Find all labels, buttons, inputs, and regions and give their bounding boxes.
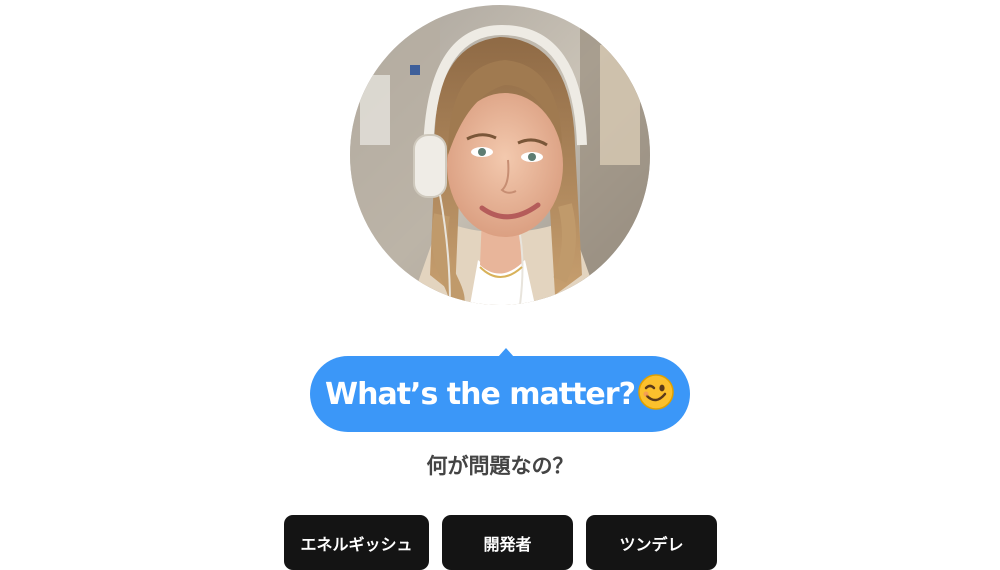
winking-face-icon — [637, 373, 675, 411]
portrait-illustration — [350, 5, 650, 305]
avatar-photo — [350, 5, 650, 305]
translation-text: 何が問題なの？ — [426, 454, 574, 478]
speech-bubble-text: What’s the matter? — [325, 376, 636, 412]
trait-chip-tsundere[interactable]: ツンデレ — [586, 515, 717, 570]
trait-chip-developer[interactable]: 開発者 — [442, 515, 573, 570]
trait-chip-energetic[interactable]: エネルギッシュ — [284, 515, 429, 570]
speech-bubble: What’s the matter? — [310, 356, 690, 432]
